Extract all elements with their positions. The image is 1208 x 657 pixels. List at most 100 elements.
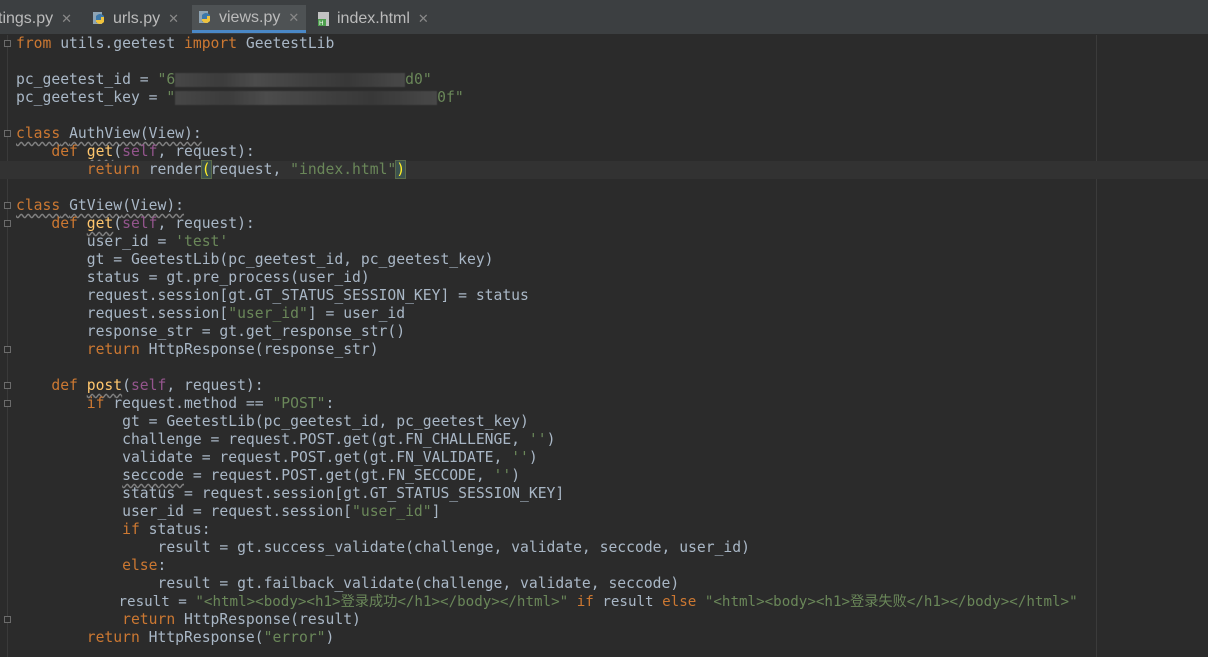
keyword-token: return <box>122 611 176 628</box>
close-icon[interactable]: ✕ <box>288 10 299 26</box>
fold-marker-icon[interactable] <box>4 382 11 389</box>
string-token: " <box>166 89 176 106</box>
text-token: ( <box>122 377 131 394</box>
text-token: HttpResponse(response_str) <box>139 341 379 358</box>
text-token: (View): <box>139 125 202 142</box>
string-token: "user_id" <box>228 305 308 322</box>
string-token: "POST" <box>272 395 326 412</box>
fold-marker-icon[interactable] <box>4 346 11 353</box>
redacted-secret <box>175 91 438 105</box>
text-token: = request.POST.get(gt.FN_SECCODE, <box>184 467 494 484</box>
fold-marker-icon[interactable] <box>4 130 11 137</box>
text-token: request, <box>210 161 291 178</box>
keyword-token: def <box>51 143 78 160</box>
assign-token: pc_geetest_id = <box>16 71 158 88</box>
assign-token: pc_geetest_key = <box>16 89 167 106</box>
string-token: '' <box>528 431 547 448</box>
code-line-7: def get(self, request): <box>16 143 255 161</box>
string-token: "6 <box>157 71 176 88</box>
text-token: request.method == <box>104 395 273 412</box>
text-token: ( <box>113 143 123 160</box>
code-line-13: gt = GeetestLib(pc_geetest_id, pc_geetes… <box>16 251 494 268</box>
code-line-8-current: return render(request, "index.html") <box>0 160 1208 179</box>
function-name-token: post <box>86 377 123 394</box>
tab-views-py[interactable]: views.py ✕ <box>192 5 306 33</box>
keyword-token: class <box>16 197 61 214</box>
fold-marker-icon[interactable] <box>4 400 11 407</box>
code-line-12: user_id = 'test' <box>16 233 229 251</box>
string-token: 'test' <box>175 233 229 250</box>
keyword-token: import <box>184 35 238 52</box>
tab-index-html[interactable]: H index.html ✕ <box>310 5 440 33</box>
python-file-icon <box>198 10 214 26</box>
code-line-16: request.session["user_id"] = user_id <box>16 305 405 323</box>
name-token: GeetestLib <box>237 35 335 52</box>
svg-text:H: H <box>319 20 324 27</box>
keyword-token: return <box>86 161 140 178</box>
tab-urls-py[interactable]: urls.py ✕ <box>86 5 190 33</box>
code-line-27: user_id = request.session["user_id"] <box>16 503 440 521</box>
keyword-token: if <box>86 395 105 412</box>
warned-identifier: seccode <box>122 467 185 484</box>
string-token: "index.html" <box>290 161 397 178</box>
fold-marker-icon[interactable] <box>4 40 11 47</box>
tab-label: index.html <box>337 10 410 27</box>
string-token: d0" <box>405 71 432 88</box>
code-line-21: if request.method == "POST": <box>16 395 335 413</box>
text-token: ( <box>113 215 123 232</box>
editor-tab-bar: tings.py ✕ urls.py ✕ views.py ✕ H index.… <box>0 0 1208 35</box>
fold-marker-icon[interactable] <box>4 616 11 623</box>
string-token: "<html><body><h1>登录失败</h1></body></html>… <box>704 594 1078 610</box>
code-line-3: pc_geetest_id = "6 d0" <box>16 71 432 89</box>
code-line-32: result = "<html><body><h1>登录成功</h1></bod… <box>16 593 1078 611</box>
function-name-token: get <box>86 143 114 160</box>
fold-marker-icon[interactable] <box>4 220 11 227</box>
self-token: self <box>122 215 158 232</box>
text-token: HttpResponse( <box>139 629 264 646</box>
code-line-17: response_str = gt.get_response_str() <box>16 323 406 340</box>
code-line-23: challenge = request.POST.get(gt.FN_CHALL… <box>16 431 555 449</box>
code-line-22: gt = GeetestLib(pc_geetest_id, pc_geetes… <box>16 413 529 430</box>
text-token: , request): <box>157 215 255 232</box>
keyword-token: def <box>51 377 78 394</box>
text-token: : <box>325 395 335 412</box>
string-token: 0f" <box>437 89 464 106</box>
python-file-icon <box>92 11 108 27</box>
text-token: (View): <box>122 197 185 214</box>
string-token: '' <box>493 467 512 484</box>
text-token: , request): <box>157 143 255 160</box>
tab-settings-py[interactable]: tings.py ✕ <box>0 5 80 33</box>
matched-paren: ) <box>395 160 407 179</box>
text-token: user_id = request.session[ <box>16 503 353 520</box>
code-editor[interactable]: from utils.geetest import GeetestLib pc_… <box>0 35 1208 657</box>
code-line-31: result = gt.failback_validate(challenge,… <box>16 575 680 592</box>
close-icon[interactable]: ✕ <box>61 11 72 27</box>
matched-paren: ( <box>200 160 212 179</box>
tab-label: views.py <box>219 8 281 26</box>
text-token: validate = request.POST.get(gt.FN_VALIDA… <box>16 449 512 466</box>
redacted-secret <box>175 73 406 87</box>
keyword-token: return <box>86 341 140 358</box>
text-token: HttpResponse(result) <box>175 611 361 628</box>
text-token: : <box>157 557 167 574</box>
close-icon[interactable]: ✕ <box>418 11 429 27</box>
code-line-1: from utils.geetest import GeetestLib <box>16 35 334 53</box>
code-line-26: status = request.session[gt.GT_STATUS_SE… <box>16 485 565 502</box>
text-token: ] <box>431 503 441 520</box>
close-icon[interactable]: ✕ <box>168 11 179 27</box>
class-name-token: GtView <box>69 197 123 214</box>
text-token: render <box>139 161 202 178</box>
fold-marker-icon[interactable] <box>4 202 11 209</box>
